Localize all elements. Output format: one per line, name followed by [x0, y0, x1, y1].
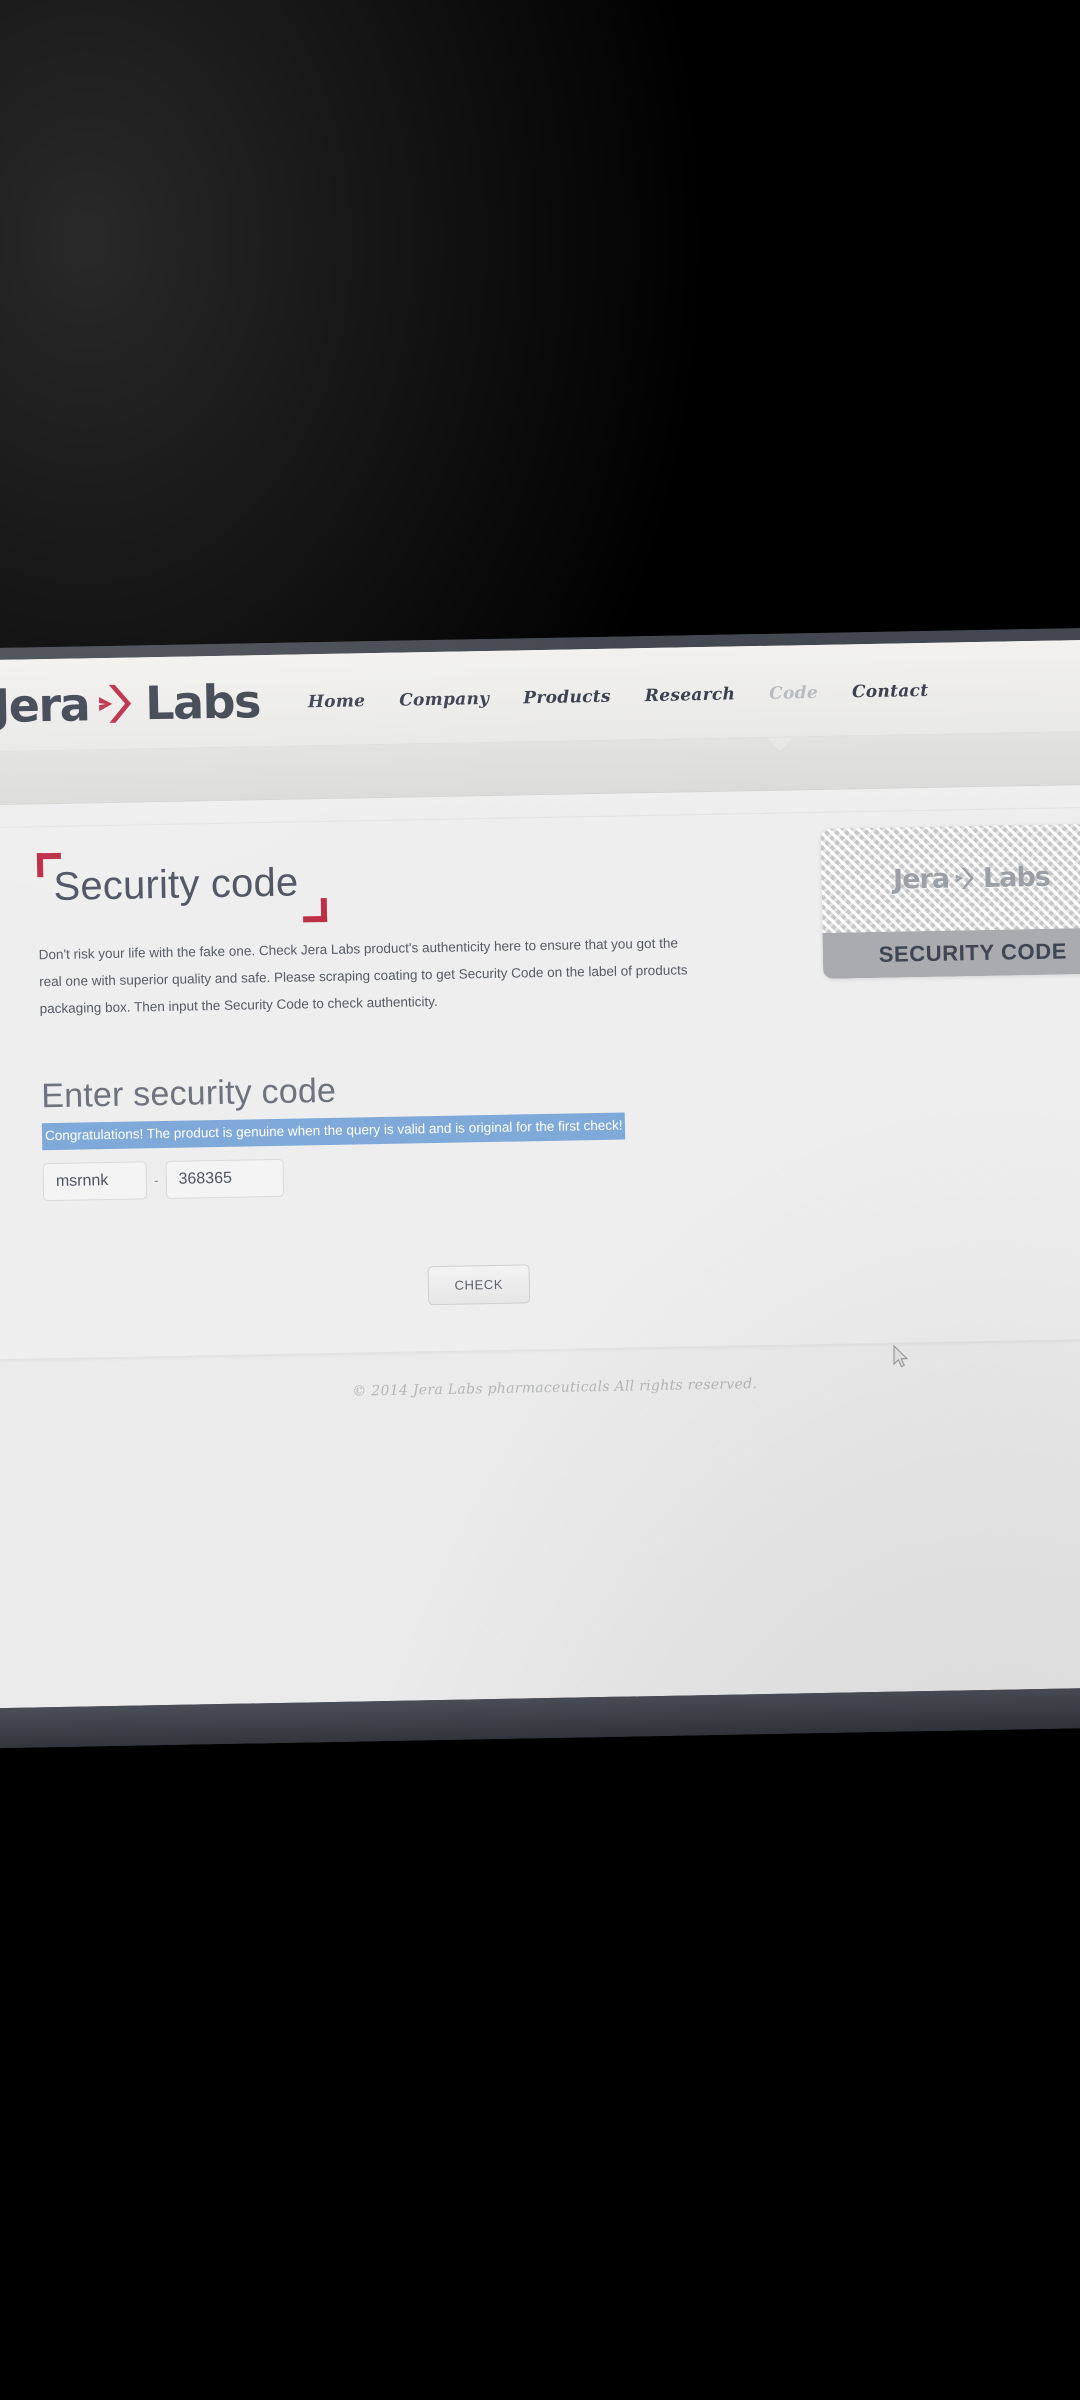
security-code-sample-card: Jera Labs SECURITY CODE: [820, 823, 1080, 979]
check-button[interactable]: CHECK: [427, 1263, 531, 1305]
submit-row: CHECK: [45, 1254, 1074, 1312]
intro-paragraph: Don't risk your life with the fake one. …: [38, 935, 688, 1017]
result-message: Congratulations! The product is genuine …: [41, 1112, 625, 1150]
logo-text-labs: Labs: [144, 673, 261, 730]
nav-item-home[interactable]: Home: [308, 691, 366, 712]
nav-item-products[interactable]: Products: [523, 686, 611, 708]
nav-item-code[interactable]: Code: [769, 682, 818, 703]
scratch-card-band: SECURITY CODE: [822, 927, 1080, 979]
main-navigation: Home Company Products Research Code Cont…: [308, 676, 929, 711]
double-chevron-icon: [95, 680, 142, 727]
scratch-coating-area: Jera Labs: [820, 823, 1080, 933]
code-separator: -: [153, 1171, 159, 1188]
security-code-input-row: -: [42, 1144, 1072, 1201]
monitor-screen: Jera Labs Home Company Products Research…: [0, 627, 1080, 1749]
logo-text-jera: Jera: [0, 676, 90, 733]
security-code-suffix-input[interactable]: [165, 1158, 284, 1199]
corner-bracket-bottom-right-icon: [302, 897, 328, 923]
nav-item-contact[interactable]: Contact: [852, 680, 929, 701]
content-card: Security code Don't risk your life with …: [0, 806, 1080, 1360]
double-chevron-icon: [953, 865, 979, 891]
corner-bracket-top-left-icon: [36, 852, 62, 878]
site-footer: © 2014 Jera Labs pharmaceuticals All rig…: [0, 1369, 1080, 1406]
security-code-prefix-input[interactable]: [42, 1160, 148, 1201]
site-logo[interactable]: Jera Labs: [0, 673, 261, 733]
nav-item-company[interactable]: Company: [399, 688, 489, 710]
page-title-wrapper: Security code: [36, 848, 328, 927]
page-title: Security code: [53, 860, 299, 909]
form-heading: Enter security code: [40, 1071, 337, 1116]
browser-page: Jera Labs Home Company Products Research…: [0, 639, 1080, 1709]
scratch-logo-text-labs: Labs: [982, 861, 1051, 894]
active-nav-pointer-icon: [766, 737, 794, 751]
nav-item-research[interactable]: Research: [645, 684, 736, 706]
scratch-card-band-label: SECURITY CODE: [878, 938, 1068, 967]
photo-frame: Jera Labs Home Company Products Research…: [0, 0, 1080, 2400]
scratch-logo-text-jera: Jera: [892, 863, 950, 896]
copyright-text: © 2014 Jera Labs pharmaceuticals All rig…: [352, 1375, 758, 1400]
